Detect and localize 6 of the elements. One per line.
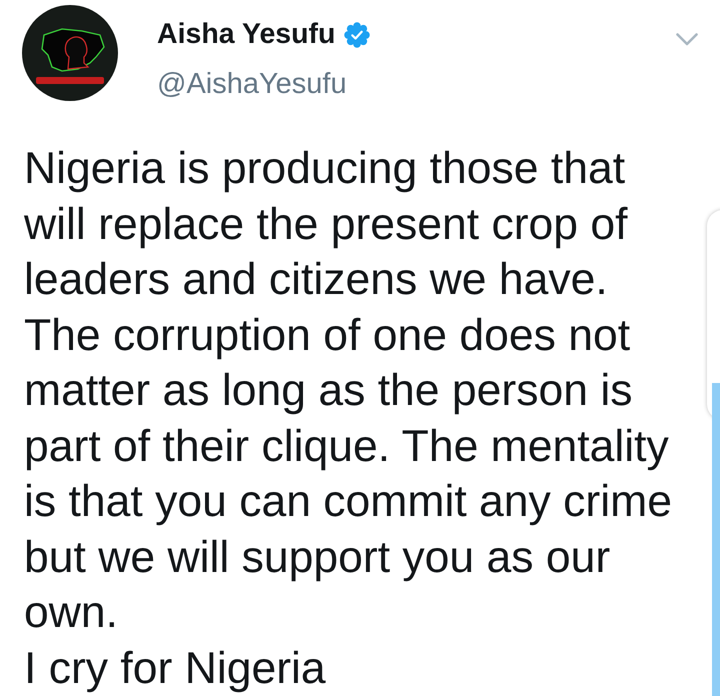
tweet-text: I cry for Nigeria: [24, 642, 327, 694]
tweet-text: The corruption of one does not matter as long as the person is part of their clique. The mentality is that you can commit any crime but we will support you as our own.: [24, 310, 673, 639]
avatar[interactable]: [22, 5, 118, 101]
author-name[interactable]: Aisha Yesufu: [157, 18, 336, 51]
author-handle[interactable]: @AishaYesufu: [157, 67, 347, 101]
tweet-text: Nigeria is producing those that will replace the present crop of leaders and citizens we have.: [24, 143, 629, 306]
